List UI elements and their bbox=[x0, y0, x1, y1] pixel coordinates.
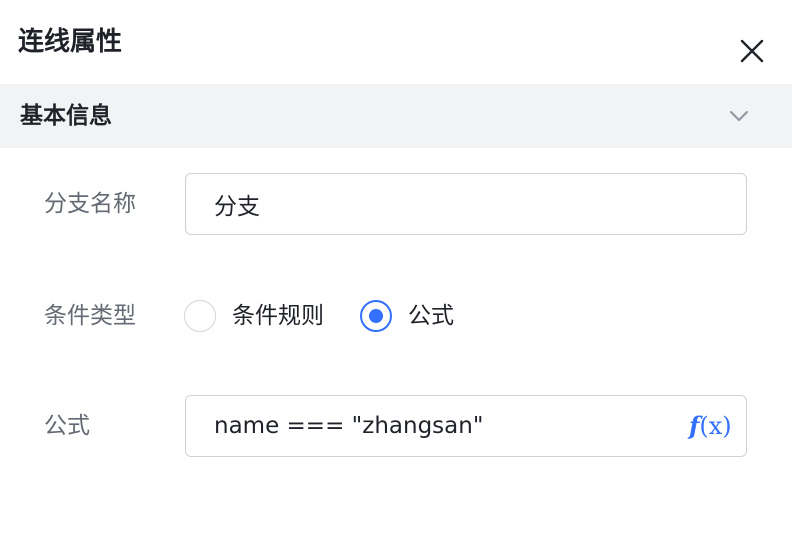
condition-type-label: 条件类型 bbox=[44, 303, 136, 329]
connection-properties-panel: 连线属性 基本信息 分支名称 条件类型 条件规则 公式 公式 name === … bbox=[0, 0, 792, 536]
radio-unchecked-icon bbox=[184, 300, 216, 332]
panel-title: 连线属性 bbox=[18, 27, 123, 57]
formula-value: name === "zhangsan" bbox=[214, 413, 484, 439]
function-icon[interactable]: f(x) bbox=[689, 409, 735, 443]
formula-label: 公式 bbox=[44, 413, 90, 439]
radio-dot bbox=[369, 309, 383, 323]
panel-header: 连线属性 bbox=[0, 0, 792, 84]
radio-condition-rule[interactable]: 条件规则 bbox=[184, 299, 334, 333]
radio-formula-label: 公式 bbox=[408, 303, 454, 329]
formula-input[interactable]: name === "zhangsan" f(x) bbox=[185, 395, 747, 457]
radio-checked-icon bbox=[360, 300, 392, 332]
radio-condition-rule-label: 条件规则 bbox=[232, 303, 324, 329]
close-icon bbox=[740, 39, 764, 63]
fx-glyph: f bbox=[689, 411, 700, 440]
branch-name-label: 分支名称 bbox=[44, 191, 136, 217]
radio-formula[interactable]: 公式 bbox=[360, 299, 470, 333]
branch-name-input[interactable] bbox=[185, 173, 747, 235]
section-basic-info-header[interactable]: 基本信息 bbox=[0, 84, 792, 148]
fx-arg: (x) bbox=[699, 412, 732, 440]
section-title: 基本信息 bbox=[20, 103, 112, 129]
close-button[interactable] bbox=[733, 32, 771, 70]
chevron-down-icon bbox=[730, 111, 748, 121]
